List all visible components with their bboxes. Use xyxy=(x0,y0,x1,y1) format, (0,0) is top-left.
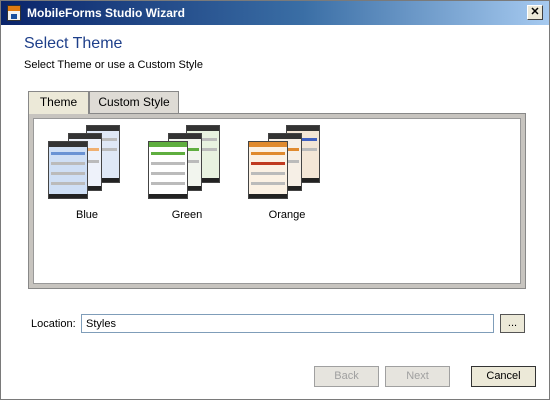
theme-label: Blue xyxy=(75,209,99,221)
title-bar[interactable]: MobileForms Studio Wizard ✕ xyxy=(1,1,549,25)
theme-list: Blue Green Orange xyxy=(33,118,521,284)
theme-blue[interactable]: Blue xyxy=(42,125,132,235)
next-button[interactable]: Next xyxy=(385,366,450,387)
tab-theme[interactable]: Theme xyxy=(28,91,89,114)
browse-button[interactable]: ... xyxy=(500,314,525,333)
back-button[interactable]: Back xyxy=(314,366,379,387)
phone-preview-front xyxy=(248,141,288,199)
wizard-content: Select Theme Select Theme or use a Custo… xyxy=(1,25,549,399)
theme-panel: Blue Green Orange xyxy=(28,113,526,289)
theme-orange[interactable]: Orange xyxy=(242,125,332,235)
theme-label: Green xyxy=(171,209,203,221)
location-label: Location: xyxy=(31,318,76,330)
theme-label: Orange xyxy=(268,209,306,221)
app-icon xyxy=(7,5,21,21)
page-title: Select Theme xyxy=(24,35,123,52)
wizard-window: MobileForms Studio Wizard ✕ Select Theme… xyxy=(0,0,550,400)
phone-preview-front xyxy=(48,141,88,199)
close-icon[interactable]: ✕ xyxy=(527,5,543,20)
cancel-button[interactable]: Cancel xyxy=(471,366,536,387)
tab-custom-style[interactable]: Custom Style xyxy=(89,91,179,113)
theme-green[interactable]: Green xyxy=(142,125,232,235)
location-input[interactable] xyxy=(81,314,494,333)
page-subtitle: Select Theme or use a Custom Style xyxy=(24,59,203,71)
window-title: MobileForms Studio Wizard xyxy=(27,6,185,20)
phone-preview-front xyxy=(148,141,188,199)
